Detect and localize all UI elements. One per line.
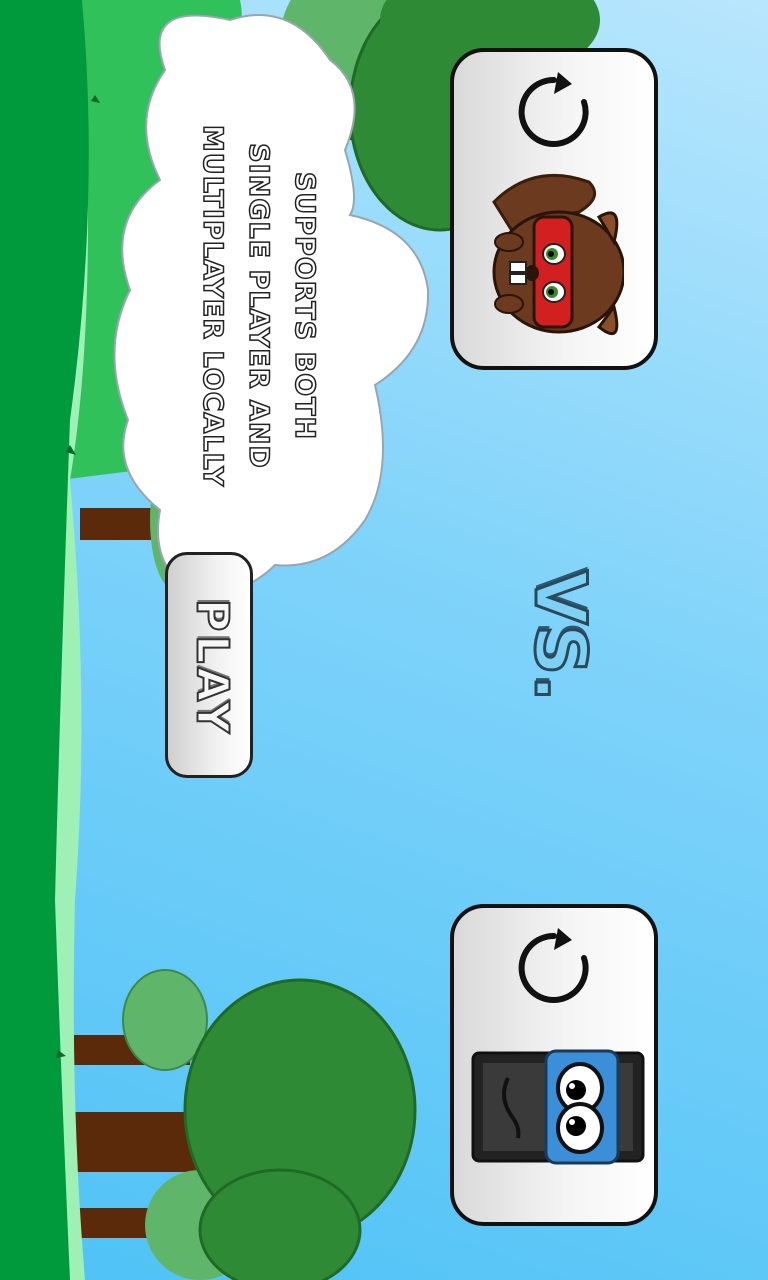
tv-monster-character-icon [471, 1049, 645, 1165]
player2-select-card[interactable] [450, 904, 658, 1226]
tree-bottom [60, 969, 417, 1280]
refresh-icon[interactable] [514, 928, 594, 1008]
beaver-character-icon [492, 173, 624, 336]
play-button[interactable]: PLAY [165, 552, 253, 778]
play-button-label: PLAY [186, 598, 239, 738]
player1-select-card[interactable] [450, 48, 658, 370]
vs-label: VS. [518, 569, 603, 703]
ground [0, 0, 100, 1280]
bubble-line-1: SUPPORTS BOTH [288, 171, 321, 441]
bubble-line-3: MULTIPLAYER LOCALLY [196, 124, 229, 488]
bubble-line-2: SINGLE PLAYER AND [242, 142, 275, 469]
speech-bubble-text: SUPPORTS BOTH SINGLE PLAYER AND MULTIPLA… [189, 124, 327, 488]
refresh-icon[interactable] [514, 72, 594, 152]
